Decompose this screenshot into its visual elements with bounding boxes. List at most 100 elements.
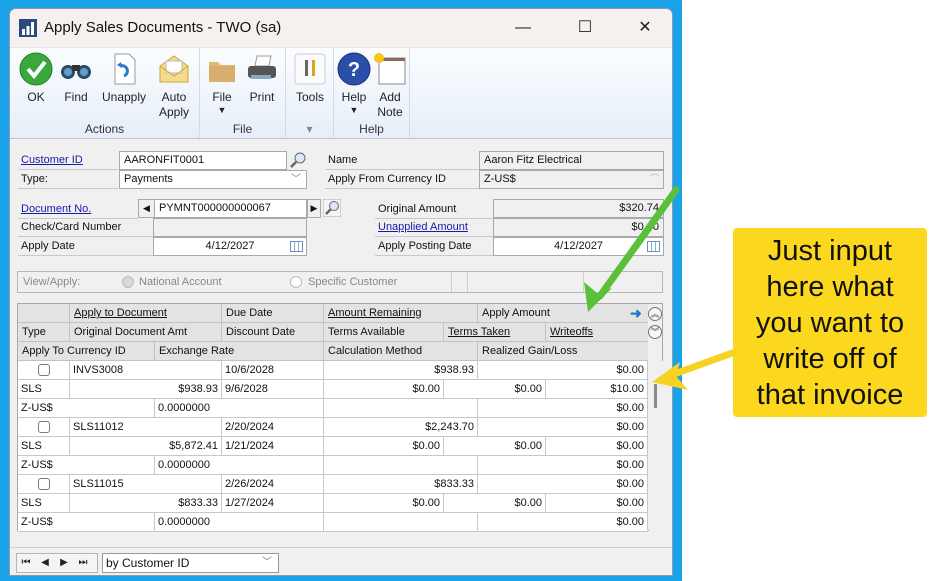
apply-date-value: 4/12/2027 [205,240,255,252]
apply-to-currency-id: Z-US$ [18,513,155,532]
national-account-radio[interactable] [122,276,134,288]
header-writeoffs[interactable]: Writeoffs [546,323,648,342]
file-menu-button[interactable]: File ▼ [204,52,240,115]
due-date: 2/20/2024 [222,418,324,437]
chevron-down-icon: ﹀ [291,174,301,185]
customer-id-input[interactable]: AARONFIT0001 [119,151,287,170]
discount-date: 9/6/2028 [222,380,324,399]
document-number[interactable]: SLS11012 [70,418,222,437]
header-terms-taken[interactable]: Terms Taken [444,323,546,342]
annotation-callout: Just input here what you want to write o… [733,228,927,417]
print-button[interactable]: Print [242,52,282,105]
collapse-rows-icon[interactable]: ︽ [648,307,662,321]
callout-line: Just input [767,235,893,267]
apply-checkbox[interactable] [37,421,50,433]
terms-taken-input[interactable]: $0.00 [444,494,546,513]
apply-amount-input[interactable]: $0.00 [478,418,648,437]
terms-taken-input[interactable]: $0.00 [444,380,546,399]
apply-checkbox[interactable] [37,364,50,376]
calendar-icon[interactable] [647,241,660,252]
tools-group-dropdown[interactable]: ▾ [286,122,333,136]
type-select[interactable]: Payments ﹀ [119,170,307,189]
header-type: Type [18,323,70,342]
tools-button[interactable]: Tools [290,52,330,105]
next-record-button[interactable]: ▶ [57,556,71,570]
exchange-rate: 0.0000000 [155,456,324,475]
document-number[interactable]: SLS11015 [70,475,222,494]
minimize-button[interactable]: — [508,17,538,39]
apply-date-input[interactable]: 4/12/2027 [153,237,307,256]
maximize-button[interactable]: ☐ [570,17,600,39]
check-card-number-label: Check/Card Number [18,218,153,237]
next-document-button[interactable]: ▶ [307,199,321,218]
last-record-button[interactable]: ⏭ [76,556,90,570]
calendar-icon[interactable] [290,241,303,252]
realized-gain-loss: $0.00 [478,456,648,475]
realized-gain-loss: $0.00 [478,399,648,418]
specific-customer-radio[interactable] [290,276,302,288]
apply-posting-date-input[interactable]: 4/12/2027 [493,237,664,256]
ok-button[interactable]: OK [16,52,56,105]
customer-lookup-icon[interactable] [289,151,307,169]
writeoffs-input[interactable]: $0.00 [546,494,648,513]
window-title: Apply Sales Documents - TWO (sa) [44,19,282,36]
view-customer-lookup-icon[interactable] [583,272,600,292]
find-button[interactable]: Find [56,52,96,105]
scrollbar-thumb[interactable] [654,384,657,408]
writeoffs-input[interactable]: $10.00 [546,380,648,399]
unapplied-amount-link[interactable]: Unapplied Amount [375,218,493,237]
due-date: 2/26/2024 [222,475,324,494]
document-number[interactable]: INVS3008 [70,361,222,380]
grid-vertical-scrollbar[interactable] [649,361,663,531]
ribbon-group-tools: Tools ▾ [286,48,334,140]
record-navigation: ⏮ ◀ ▶ ⏭ [16,553,98,573]
table-row: SLS11012 2/20/2024 $2,243.70 $0.00 [18,418,648,437]
printer-icon [245,52,279,86]
view-customer-field[interactable] [468,272,583,292]
apply-checkbox-cell [18,418,70,437]
document-no-input[interactable]: PYMNT000000000067 [154,199,307,218]
customer-name-field: Aaron Fitz Electrical [479,151,664,170]
header-calculation-method: Calculation Method [324,342,478,361]
unapply-button[interactable]: Unapply [98,52,150,105]
apply-from-currency-field: Z-US$ ⌒ [479,170,664,189]
header-apply-to-document[interactable]: Apply to Document [70,304,222,323]
original-amount-label: Original Amount [375,200,493,219]
document-type: SLS [18,380,70,399]
type-select-value: Payments [124,173,173,185]
sort-by-select[interactable]: by Customer ID ﹀ [102,553,279,573]
previous-document-button[interactable]: ◀ [138,199,155,218]
auto-apply-button[interactable]: Auto Apply [152,52,196,120]
amount-remaining: $2,243.70 [324,418,478,437]
arrow-right-icon[interactable]: ➜ [630,305,642,322]
document-lookup-icon[interactable] [323,199,341,217]
grid-header-row-2: Type Original Document Amt Discount Date… [18,323,648,342]
table-row: SLS $833.33 1/27/2024 $0.00 $0.00 $0.00 [18,494,648,513]
close-button[interactable]: ✕ [630,17,660,39]
realized-gain-loss: $0.00 [478,513,648,532]
customer-id-link[interactable]: Customer ID [18,151,118,170]
header-amount-remaining[interactable]: Amount Remaining [324,304,478,323]
help-button[interactable]: ? Help ▼ [336,52,372,115]
currency-expansion-icon[interactable]: ⌒ [649,172,660,189]
writeoffs-input[interactable]: $0.00 [546,437,648,456]
add-note-button[interactable]: Add Note [372,52,408,120]
apply-amount-input[interactable]: $0.00 [478,361,648,380]
callout-line: you want to [755,307,905,339]
ribbon-group-label-help: Help [359,122,384,136]
view-customer-lookup-button[interactable] [451,272,468,292]
grid-header-row-3: Apply To Currency ID Exchange Rate Calcu… [18,342,648,361]
previous-record-button[interactable]: ◀ [38,556,52,570]
help-question-icon: ? [337,52,371,86]
check-card-number-field[interactable] [153,218,307,237]
window-footer: ⏮ ◀ ▶ ⏭ by Customer ID ﹀ [10,547,672,575]
first-record-button[interactable]: ⏮ [19,556,33,570]
expand-rows-icon[interactable]: ︾ [648,325,662,339]
apply-checkbox[interactable] [37,478,50,490]
apply-amount-input[interactable]: $0.00 [478,475,648,494]
terms-available: $0.00 [324,494,444,513]
table-row: INVS3008 10/6/2028 $938.93 $0.00 [18,361,648,380]
original-document-amt: $5,872.41 [70,437,222,456]
terms-taken-input[interactable]: $0.00 [444,437,546,456]
document-no-link[interactable]: Document No. [18,200,138,219]
